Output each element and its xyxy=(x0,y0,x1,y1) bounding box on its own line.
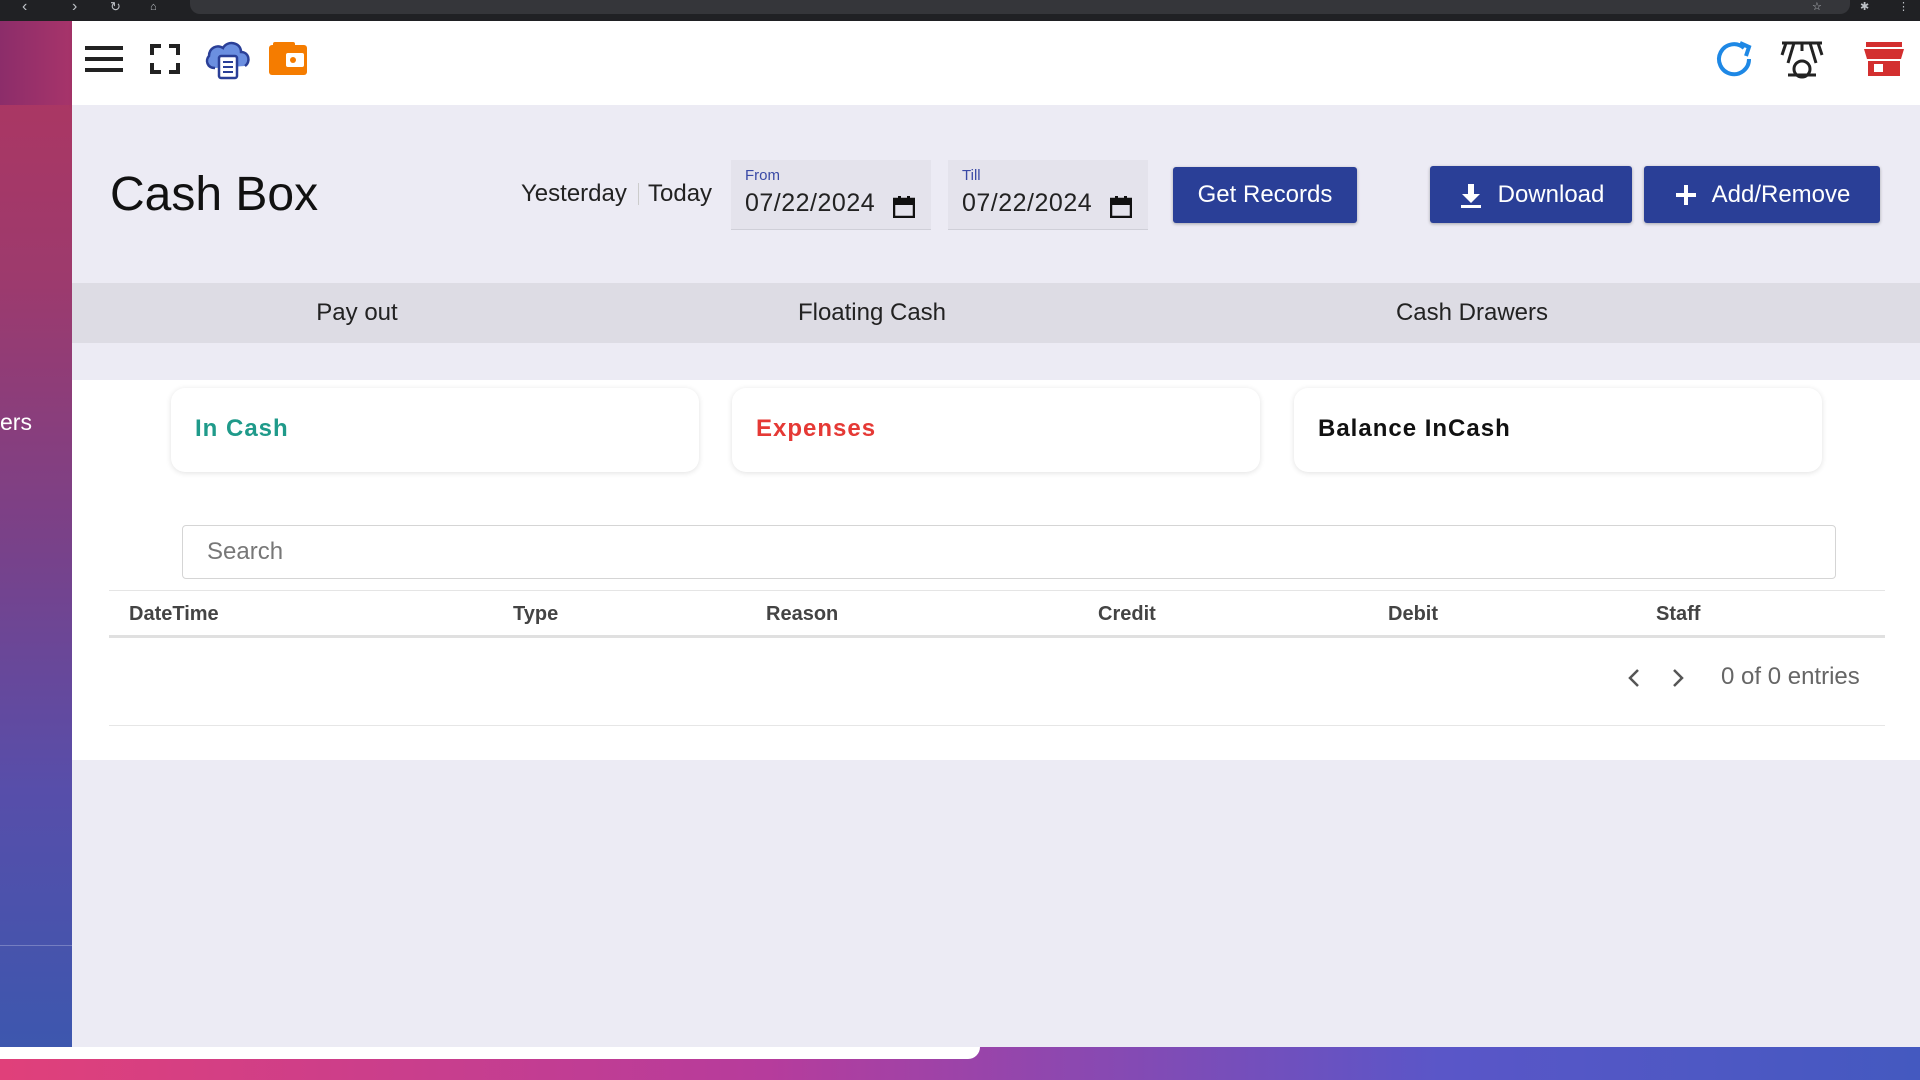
browser-back-icon[interactable]: ‹ xyxy=(22,0,27,15)
calendar-icon[interactable] xyxy=(1109,196,1133,223)
calendar-icon[interactable] xyxy=(892,196,916,223)
network-icon[interactable] xyxy=(1780,37,1824,81)
horizontal-scrollbar[interactable] xyxy=(0,1047,980,1059)
get-records-label: Get Records xyxy=(1197,181,1333,208)
page-title: Cash Box xyxy=(110,168,319,221)
table-header: DateTime Type Reason Credit Debit Staff xyxy=(109,590,1885,638)
in-cash-label: In Cash xyxy=(195,415,289,442)
column-header-credit[interactable]: Credit xyxy=(1098,603,1156,626)
wallet-icon[interactable] xyxy=(266,37,310,81)
till-date-label: Till xyxy=(962,167,981,184)
expenses-card: Expenses xyxy=(732,388,1260,472)
download-label: Download xyxy=(1497,180,1605,208)
tab-bar: Pay out Floating Cash Cash Drawers xyxy=(72,283,1920,343)
column-header-debit[interactable]: Debit xyxy=(1388,603,1438,626)
quick-range-divider xyxy=(638,183,639,205)
expenses-label: Expenses xyxy=(756,415,877,442)
cloud-receipt-icon[interactable] xyxy=(202,37,254,81)
sidebar-item-label[interactable]: ers xyxy=(0,409,32,436)
from-date-value[interactable]: 07/22/2024 xyxy=(745,189,875,218)
till-date-field[interactable]: Till 07/22/2024 xyxy=(948,160,1148,230)
app-header xyxy=(72,21,1920,105)
add-remove-button[interactable]: Add/Remove xyxy=(1644,166,1880,223)
next-page-icon[interactable] xyxy=(1670,667,1686,694)
refresh-icon[interactable] xyxy=(1712,37,1756,81)
bottom-gradient-bar xyxy=(0,1047,1920,1080)
browser-address-bar[interactable] xyxy=(190,0,1850,14)
column-header-reason[interactable]: Reason xyxy=(766,603,838,626)
search-input[interactable] xyxy=(182,525,1836,579)
previous-page-icon[interactable] xyxy=(1626,667,1642,694)
yesterday-link[interactable]: Yesterday xyxy=(521,180,627,208)
plus-icon xyxy=(1675,184,1696,205)
today-link[interactable]: Today xyxy=(648,180,712,208)
sidebar: ers xyxy=(0,21,72,1047)
store-icon[interactable] xyxy=(1862,37,1906,81)
sidebar-divider xyxy=(0,945,72,946)
from-date-label: From xyxy=(745,167,780,184)
browser-reload-icon[interactable]: ↻ xyxy=(110,0,121,14)
tab-floating-cash-label: Floating Cash xyxy=(797,299,947,326)
from-date-field[interactable]: From 07/22/2024 xyxy=(731,160,931,230)
fullscreen-icon[interactable] xyxy=(143,37,187,81)
browser-toolbar: ‹ › ↻ ⌂ ☆ ✱ ⋮ xyxy=(0,0,1920,21)
browser-menu-icon[interactable]: ⋮ xyxy=(1898,0,1909,14)
till-date-value[interactable]: 07/22/2024 xyxy=(962,189,1092,218)
table-footer-divider xyxy=(109,725,1885,726)
main-content: Cash Box Yesterday Today From 07/22/2024… xyxy=(72,105,1920,1047)
tab-cash-drawers-label: Cash Drawers xyxy=(1395,299,1549,326)
download-button[interactable]: Download xyxy=(1430,166,1632,223)
menu-icon[interactable] xyxy=(82,37,126,81)
balance-card: Balance InCash xyxy=(1294,388,1822,472)
sidebar-header xyxy=(0,21,72,105)
get-records-button[interactable]: Get Records xyxy=(1173,167,1357,223)
pagination-summary: 0 of 0 entries xyxy=(1721,663,1860,690)
column-header-staff[interactable]: Staff xyxy=(1656,603,1700,626)
extensions-icon[interactable]: ✱ xyxy=(1860,0,1869,14)
cash-summary-panel: In Cash Expenses Balance InCash DateTime… xyxy=(72,380,1920,760)
column-header-datetime[interactable]: DateTime xyxy=(129,603,219,626)
add-remove-label: Add/Remove xyxy=(1711,180,1851,208)
browser-forward-icon[interactable]: › xyxy=(72,0,77,15)
balance-label: Balance InCash xyxy=(1318,415,1511,442)
column-header-type[interactable]: Type xyxy=(513,603,558,626)
browser-home-icon[interactable]: ⌂ xyxy=(150,0,157,14)
download-icon xyxy=(1460,183,1481,208)
bookmark-star-icon[interactable]: ☆ xyxy=(1812,0,1822,14)
in-cash-card: In Cash xyxy=(171,388,699,472)
tab-cash-drawers[interactable]: Cash Drawers xyxy=(1352,283,1920,343)
